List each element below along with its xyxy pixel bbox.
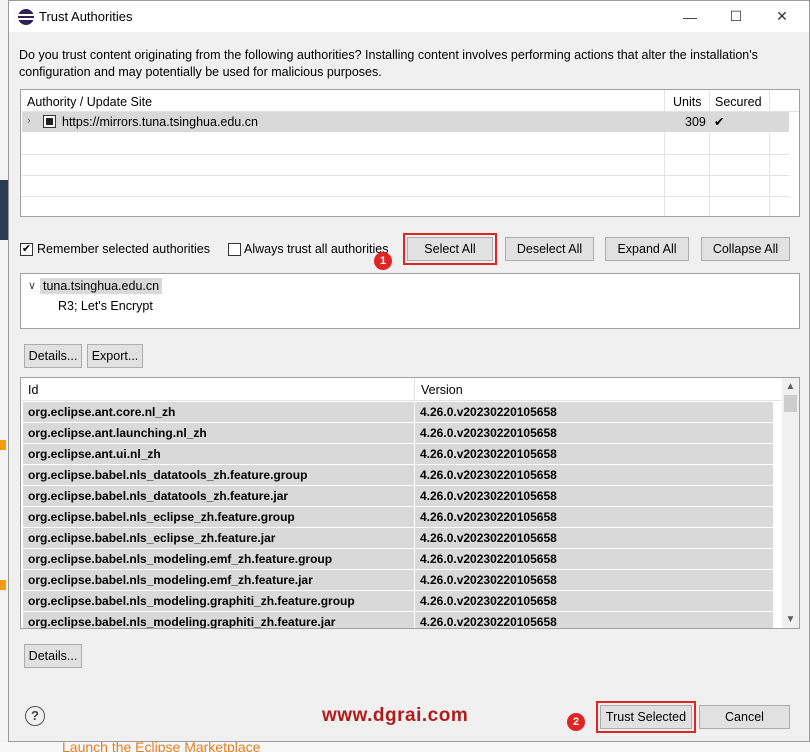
- unit-id: org.eclipse.babel.nls_modeling.emf_zh.fe…: [28, 573, 313, 587]
- minimize-icon[interactable]: —: [667, 1, 713, 32]
- authorities-table: Authority / Update Site Units Secured › …: [20, 89, 800, 217]
- unit-version: 4.26.0.v20230220105658: [420, 594, 557, 608]
- step-badge-2: 2: [567, 713, 585, 731]
- always-trust-checkbox[interactable]: [228, 243, 241, 256]
- export-button[interactable]: Export...: [87, 344, 143, 368]
- unit-id: org.eclipse.babel.nls_datatools_zh.featu…: [28, 489, 289, 503]
- expand-all-button[interactable]: Expand All: [605, 237, 689, 261]
- certificate-tree: ∨ tuna.tsinghua.edu.cn R3; Let's Encrypt: [20, 273, 800, 329]
- always-trust-label[interactable]: Always trust all authorities: [244, 242, 389, 256]
- unit-id: org.eclipse.babel.nls_datatools_zh.featu…: [28, 468, 308, 482]
- unit-version: 4.26.0.v20230220105658: [420, 531, 557, 545]
- row-divider: [21, 154, 789, 155]
- header-divider: [21, 400, 781, 401]
- column-header-id[interactable]: Id: [28, 383, 38, 397]
- trust-authorities-dialog: Trust Authorities — ☐ ✕ Do you trust con…: [8, 0, 810, 742]
- column-divider: [769, 90, 770, 216]
- trust-selected-button[interactable]: Trust Selected: [596, 701, 696, 733]
- site-url: https://mirrors.tuna.tsinghua.edu.cn: [62, 115, 258, 129]
- tree-node-root[interactable]: tuna.tsinghua.edu.cn: [40, 278, 163, 294]
- collapse-all-button[interactable]: Collapse All: [701, 237, 790, 261]
- table-header: Authority / Update Site Units Secured: [21, 90, 799, 112]
- chevron-down-icon[interactable]: ∨: [28, 279, 36, 292]
- unit-version: 4.26.0.v20230220105658: [420, 426, 557, 440]
- row-divider: [21, 175, 789, 176]
- close-icon[interactable]: ✕: [759, 1, 805, 32]
- step-badge-1: 1: [374, 252, 392, 270]
- marketplace-link[interactable]: Launch the Eclipse Marketplace: [62, 742, 260, 752]
- column-divider: [414, 378, 415, 400]
- table-row[interactable]: org.eclipse.babel.nls_eclipse_zh.feature…: [23, 528, 773, 548]
- column-header-units[interactable]: Units: [673, 95, 701, 109]
- details-button-units[interactable]: Details...: [24, 644, 82, 668]
- background-app-marker: [0, 440, 6, 450]
- table-row[interactable]: › https://mirrors.tuna.tsinghua.edu.cn 3…: [22, 112, 789, 132]
- watermark: www.dgrai.com: [322, 705, 469, 726]
- table-row[interactable]: org.eclipse.ant.core.nl_zh 4.26.0.v202302…: [23, 402, 773, 422]
- table-row[interactable]: org.eclipse.babel.nls_modeling.emf_zh.fe…: [23, 570, 773, 590]
- intro-text: Do you trust content originating from th…: [19, 48, 758, 79]
- site-checkbox[interactable]: [43, 115, 56, 128]
- table-row[interactable]: org.eclipse.ant.ui.nl_zh 4.26.0.v20230220…: [23, 444, 773, 464]
- deselect-all-button[interactable]: Deselect All: [505, 237, 594, 261]
- unit-id: org.eclipse.ant.ui.nl_zh: [28, 447, 161, 461]
- units-table: Id Version org.eclipse.ant.core.nl_zh 4.2…: [20, 377, 800, 629]
- unit-version: 4.26.0.v20230220105658: [420, 489, 557, 503]
- scroll-up-icon[interactable]: ▲: [782, 378, 799, 395]
- unit-id: org.eclipse.ant.launching.nl_zh: [28, 426, 207, 440]
- dialog-title: Trust Authorities: [39, 9, 133, 24]
- unit-id: org.eclipse.babel.nls_eclipse_zh.feature…: [28, 531, 276, 545]
- maximize-icon[interactable]: ☐: [713, 1, 759, 32]
- column-divider: [709, 90, 710, 216]
- unit-version: 4.26.0.v20230220105658: [420, 552, 557, 566]
- checkbox-indeterminate-icon: [46, 118, 53, 125]
- table-row[interactable]: org.eclipse.babel.nls_datatools_zh.featu…: [23, 465, 773, 485]
- table-row[interactable]: org.eclipse.babel.nls_modeling.graphiti_…: [23, 591, 773, 611]
- table-row[interactable]: org.eclipse.babel.nls_modeling.graphiti_…: [23, 612, 773, 629]
- column-header-version[interactable]: Version: [421, 383, 463, 397]
- column-divider: [664, 90, 665, 216]
- unit-id: org.eclipse.babel.nls_eclipse_zh.feature…: [28, 510, 295, 524]
- background-app-marker: [0, 580, 6, 590]
- unit-version: 4.26.0.v20230220105658: [420, 405, 557, 419]
- help-icon[interactable]: ?: [25, 706, 45, 726]
- column-header-secured[interactable]: Secured: [715, 95, 762, 109]
- cancel-button[interactable]: Cancel: [699, 705, 790, 729]
- unit-version: 4.26.0.v20230220105658: [420, 447, 557, 461]
- unit-version: 4.26.0.v20230220105658: [420, 615, 557, 629]
- scroll-thumb[interactable]: [784, 395, 797, 412]
- table-row[interactable]: org.eclipse.babel.nls_datatools_zh.featu…: [23, 486, 773, 506]
- select-all-button[interactable]: Select All: [403, 233, 497, 265]
- remember-label[interactable]: Remember selected authorities: [37, 242, 210, 256]
- unit-id: org.eclipse.babel.nls_modeling.graphiti_…: [28, 615, 336, 629]
- row-divider: [21, 196, 789, 197]
- tree-node-child[interactable]: R3; Let's Encrypt: [58, 299, 153, 313]
- unit-id: org.eclipse.ant.core.nl_zh: [28, 405, 176, 419]
- scroll-down-icon[interactable]: ▼: [782, 611, 799, 628]
- details-button[interactable]: Details...: [24, 344, 82, 368]
- column-header-site[interactable]: Authority / Update Site: [27, 95, 152, 109]
- eclipse-icon: [18, 9, 34, 25]
- unit-version: 4.26.0.v20230220105658: [420, 468, 557, 482]
- title-bar: Trust Authorities — ☐ ✕: [9, 1, 809, 32]
- unit-id: org.eclipse.babel.nls_modeling.emf_zh.fe…: [28, 552, 333, 566]
- site-units: 309: [685, 115, 706, 129]
- secured-check-icon: ✔: [714, 115, 725, 129]
- table-row[interactable]: org.eclipse.babel.nls_modeling.emf_zh.fe…: [23, 549, 773, 569]
- table-row[interactable]: org.eclipse.babel.nls_eclipse_zh.feature…: [23, 507, 773, 527]
- chevron-right-icon[interactable]: ›: [27, 115, 31, 127]
- vertical-scrollbar[interactable]: ▲ ▼: [782, 378, 799, 628]
- unit-id: org.eclipse.babel.nls_modeling.graphiti_…: [28, 594, 355, 608]
- table-row[interactable]: org.eclipse.ant.launching.nl_zh 4.26.0.v2…: [23, 423, 773, 443]
- background-app-footer: Launch the Eclipse Marketplace: [0, 742, 810, 752]
- unit-version: 4.26.0.v20230220105658: [420, 510, 557, 524]
- background-app: [0, 0, 8, 752]
- remember-checkbox[interactable]: ✔: [20, 243, 33, 256]
- background-app-banner: [0, 180, 8, 240]
- unit-version: 4.26.0.v20230220105658: [420, 573, 557, 587]
